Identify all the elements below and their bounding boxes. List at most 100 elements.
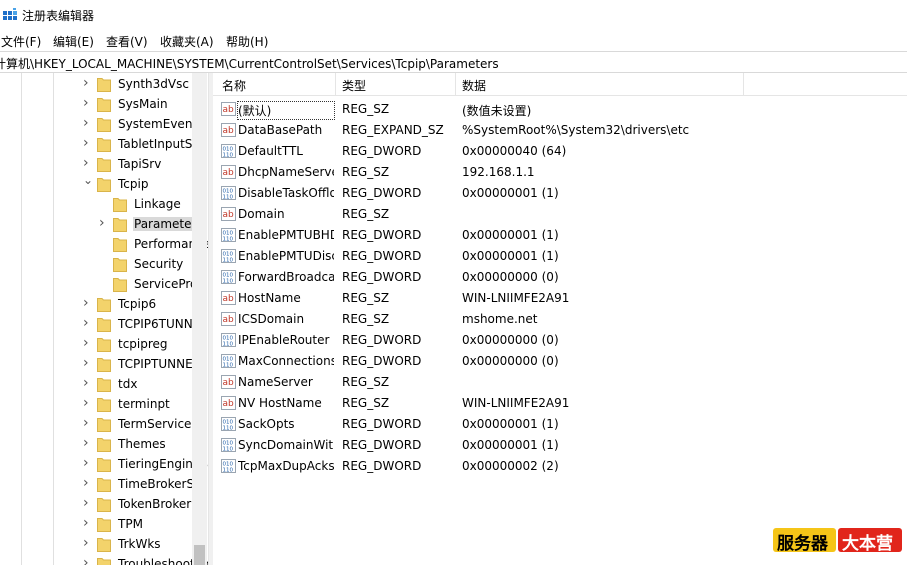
chevron-right-icon[interactable]: ›: [83, 376, 93, 390]
tree-scrollbar[interactable]: [192, 73, 207, 565]
folder-icon: [97, 418, 111, 432]
chevron-right-icon[interactable]: ›: [83, 136, 93, 150]
value-row[interactable]: 010110EnablePMTUDiscovery REG_DWORD 0x0000…: [213, 246, 907, 267]
value-data: 192.168.1.1: [462, 165, 535, 179]
value-row[interactable]: 010110DisableTaskOffload REG_DWORD 0x00000…: [213, 183, 907, 204]
scrollbar-thumb[interactable]: [194, 545, 205, 565]
chevron-right-icon[interactable]: ›: [83, 96, 93, 110]
folder-icon: [113, 258, 127, 272]
chevron-right-icon[interactable]: ›: [83, 116, 93, 130]
value-row[interactable]: 010 110 IPEnableRouter REG_DWORD 0x00000000 …: [213, 330, 907, 351]
tree-item[interactable]: › TimeBrokerSvc: [83, 475, 208, 495]
svg-text:110: 110: [223, 278, 234, 284]
tree-item[interactable]: › TapiSrv: [83, 155, 208, 175]
chevron-right-icon[interactable]: ›: [83, 76, 93, 90]
chevron-right-icon[interactable]: ›: [83, 316, 93, 330]
chevron-right-icon[interactable]: ›: [83, 536, 93, 550]
key-tree[interactable]: › Synth3dVsc › SysMain › SystemEvents › TabletI…: [0, 73, 208, 565]
tree-item[interactable]: › TPM: [83, 515, 208, 535]
tree-item[interactable]: › TabletInputSer: [83, 135, 208, 155]
chevron-right-icon[interactable]: ›: [99, 216, 109, 230]
tree-item[interactable]: › Themes: [83, 435, 208, 455]
value-type: REG_EXPAND_SZ: [342, 123, 444, 137]
value-row[interactable]: ab Domain REG_SZ: [213, 204, 907, 225]
tree-item-label: terminpt: [118, 397, 170, 411]
tree-item[interactable]: › TermService: [83, 415, 208, 435]
chevron-right-icon[interactable]: ›: [83, 436, 93, 450]
value-row[interactable]: ab DhcpNameServer REG_SZ 192.168.1.1: [213, 162, 907, 183]
column-header-name[interactable]: 名称: [222, 77, 246, 94]
chevron-right-icon[interactable]: ›: [83, 296, 93, 310]
value-name: HostName: [238, 291, 301, 305]
value-row[interactable]: 010 110 TcpMaxDupAcks REG_DWORD 0x00000002 (…: [213, 456, 907, 477]
values-list[interactable]: 名称 类型 数据 ab (默认) REG_SZ (数值未设置) ab DataBasePa…: [213, 73, 907, 565]
value-row[interactable]: 010 110 DefaultTTL REG_DWORD 0x00000040 (64): [213, 141, 907, 162]
tree-item[interactable]: › Tcpip6: [83, 295, 208, 315]
value-row[interactable]: 010110EnablePMTUBHDetect REG_DWORD 0x00000…: [213, 225, 907, 246]
svg-text:110: 110: [223, 467, 234, 473]
tree-item[interactable]: ›TroubleshootingSvc: [83, 555, 208, 565]
menu-file[interactable]: 文件(F): [1, 33, 41, 50]
address-path[interactable]: 计算机\HKEY_LOCAL_MACHINE\SYSTEM\CurrentCon…: [0, 55, 499, 72]
value-row[interactable]: ab NameServer REG_SZ: [213, 372, 907, 393]
tree-item[interactable]: › TCPIPTUNNEL: [83, 355, 208, 375]
value-row[interactable]: ab DataBasePath REG_EXPAND_SZ %SystemRoot%\…: [213, 120, 907, 141]
chevron-right-icon[interactable]: ›: [83, 396, 93, 410]
chevron-down-icon[interactable]: ⌄: [83, 174, 93, 186]
tree-item[interactable]: › tdx: [83, 375, 208, 395]
tree-item[interactable]: ›TieringEngineService: [83, 455, 208, 475]
chevron-right-icon[interactable]: ›: [83, 356, 93, 370]
svg-text:ab: ab: [223, 315, 235, 325]
value-name: SackOpts: [238, 417, 295, 431]
menu-view[interactable]: 查看(V): [106, 33, 148, 50]
tree-item[interactable]: › Synth3dVsc: [83, 75, 208, 95]
chevron-right-icon[interactable]: ›: [83, 336, 93, 350]
value-data: 0x00000001 (1): [462, 228, 559, 242]
tree-item[interactable]: ⌄ Tcpip: [83, 174, 208, 195]
value-row[interactable]: ab (默认) REG_SZ (数值未设置): [213, 99, 907, 120]
value-row[interactable]: ab ICSDomain REG_SZ mshome.net: [213, 309, 907, 330]
chevron-right-icon[interactable]: ›: [83, 456, 93, 470]
value-row[interactable]: 010110SyncDomainWithMembership REG_DWORD 0…: [213, 435, 907, 456]
column-divider[interactable]: [455, 73, 456, 95]
tree-item[interactable]: › TCPIP6TUNNEL: [83, 315, 208, 335]
tree-item[interactable]: › SystemEvents: [83, 115, 208, 135]
svg-text:ab: ab: [223, 378, 235, 388]
tree-item[interactable]: › tcpipreg: [83, 335, 208, 355]
address-bar[interactable]: 计算机\HKEY_LOCAL_MACHINE\SYSTEM\CurrentCon…: [0, 51, 907, 73]
value-name: ForwardBroadcasts: [238, 270, 334, 284]
svg-text:ab: ab: [223, 210, 235, 220]
column-header-type[interactable]: 类型: [342, 77, 366, 94]
tree-item[interactable]: › terminpt: [83, 395, 208, 415]
chevron-right-icon[interactable]: ›: [83, 516, 93, 530]
value-type: REG_DWORD: [342, 228, 422, 242]
value-row[interactable]: 010110MaxConnectionsPer1_0Server REG_DWOR…: [213, 351, 907, 372]
string-value-icon: ab: [221, 207, 236, 221]
tree-item[interactable]: › SysMain: [83, 95, 208, 115]
chevron-right-icon[interactable]: ›: [83, 556, 93, 565]
value-row[interactable]: ab HostName REG_SZ WIN-LNIIMFE2A91: [213, 288, 907, 309]
value-data: 0x00000040 (64): [462, 144, 567, 158]
value-type: REG_DWORD: [342, 144, 422, 158]
tree-item[interactable]: › TokenBroker: [83, 495, 208, 515]
value-row[interactable]: ab NV HostName REG_SZ WIN-LNIIMFE2A91: [213, 393, 907, 414]
value-data: 0x00000001 (1): [462, 417, 559, 431]
value-row[interactable]: 010110ForwardBroadcasts REG_DWORD 0x000000…: [213, 267, 907, 288]
value-data: 0x00000000 (0): [462, 333, 559, 347]
chevron-right-icon[interactable]: ›: [83, 476, 93, 490]
menu-favorites[interactable]: 收藏夹(A): [160, 33, 214, 50]
column-divider[interactable]: [335, 73, 336, 95]
value-row[interactable]: 010 110 SackOpts REG_DWORD 0x00000001 (1): [213, 414, 907, 435]
svg-text:110: 110: [223, 425, 234, 431]
tree-item-label: TPM: [118, 517, 143, 531]
chevron-right-icon[interactable]: ›: [83, 496, 93, 510]
column-header-data[interactable]: 数据: [462, 77, 486, 94]
menu-help[interactable]: 帮助(H): [226, 33, 268, 50]
chevron-right-icon[interactable]: ›: [83, 416, 93, 430]
column-divider[interactable]: [743, 73, 744, 95]
tree-item[interactable]: › TrkWks: [83, 535, 208, 555]
menu-edit[interactable]: 编辑(E): [53, 33, 94, 50]
chevron-right-icon[interactable]: ›: [83, 156, 93, 170]
